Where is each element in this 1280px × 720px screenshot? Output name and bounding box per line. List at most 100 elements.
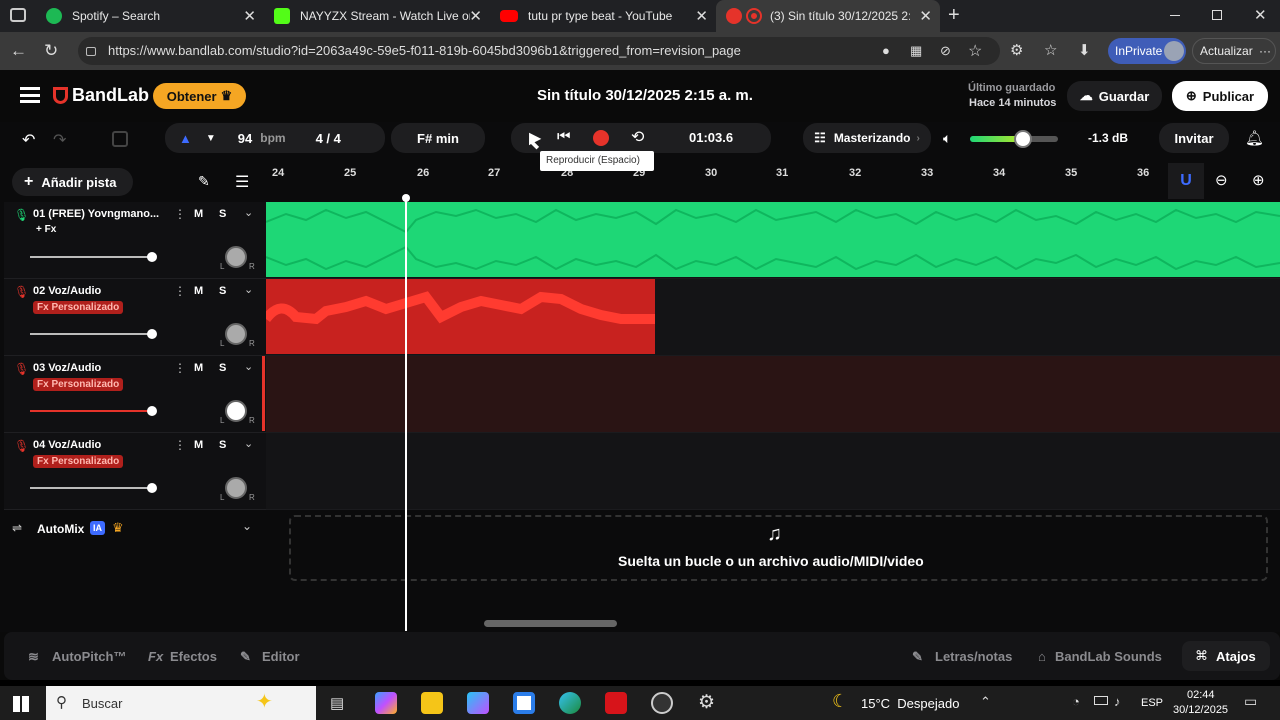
mastering-button[interactable]: ☷ Masterizando ›: [803, 123, 931, 153]
windows-start-icon[interactable]: [13, 696, 29, 712]
m365-icon[interactable]: [467, 692, 489, 714]
speaker-icon[interactable]: 🔈︎: [943, 130, 951, 147]
refresh-icon[interactable]: ↻: [44, 41, 58, 61]
mute-button[interactable]: M: [194, 439, 203, 451]
track-lane-1[interactable]: [266, 202, 1280, 279]
track-lane-4[interactable]: [266, 433, 1280, 510]
playhead[interactable]: [405, 197, 407, 631]
close-window-icon[interactable]: ✕: [1254, 6, 1267, 24]
time-signature[interactable]: 4 / 4: [316, 131, 341, 146]
more-options-icon[interactable]: ⋮: [174, 438, 186, 452]
reader-icon[interactable]: ▦: [910, 43, 922, 59]
playhead-handle[interactable]: [402, 194, 410, 202]
invite-button[interactable]: Invitar: [1159, 123, 1229, 153]
drop-zone[interactable]: ♫ Suelta un bucle o un archivo audio/MID…: [289, 515, 1268, 581]
shortcuts-button[interactable]: ⌘ Atajos: [1182, 641, 1270, 671]
notifications-icon[interactable]: ▭: [1244, 693, 1257, 710]
close-tab-icon[interactable]: ✕: [469, 7, 482, 25]
favorite-star-icon[interactable]: ☆: [968, 41, 982, 61]
metronome-icon[interactable]: ▲: [179, 131, 192, 146]
tray-wifi-icon[interactable]: ◔: [1072, 694, 1080, 709]
settings-gear-icon[interactable]: ⚙: [698, 691, 715, 714]
url-field[interactable]: https://www.bandlab.com/studio?id=2063a4…: [78, 37, 1000, 65]
pencil-tool-icon[interactable]: ✎: [198, 173, 210, 190]
extensions-icon[interactable]: ⚙: [1010, 41, 1023, 59]
horizontal-scrollbar[interactable]: [484, 620, 617, 627]
clock-time[interactable]: 02:44: [1187, 689, 1215, 701]
solo-button[interactable]: S: [219, 208, 226, 220]
track-volume-slider[interactable]: [30, 333, 152, 335]
fx-custom-badge[interactable]: Fx Personalizado: [33, 378, 124, 391]
volume-handle[interactable]: [147, 483, 157, 493]
skip-back-icon[interactable]: ⏮: [557, 128, 571, 145]
minimize-icon[interactable]: [1170, 15, 1180, 16]
add-fx-button[interactable]: + Fx: [36, 224, 56, 235]
bpm-value[interactable]: 94: [238, 131, 252, 146]
save-button[interactable]: ☁ Guardar: [1067, 81, 1162, 111]
tray-volume-icon[interactable]: ♪: [1114, 694, 1121, 709]
more-options-icon[interactable]: ⋮: [174, 284, 186, 298]
close-tab-icon[interactable]: ✕: [695, 7, 708, 25]
editor-button[interactable]: Editor: [262, 649, 300, 664]
collections-icon[interactable]: ☆: [1044, 41, 1057, 59]
window-menu-icon[interactable]: [10, 8, 26, 22]
file-explorer-icon[interactable]: [421, 692, 443, 714]
tray-chevron-icon[interactable]: ⌃: [980, 694, 991, 710]
more-icon[interactable]: ···: [1259, 39, 1271, 63]
publish-button[interactable]: ⊕ Publicar: [1172, 81, 1268, 111]
antivirus-icon[interactable]: [605, 692, 627, 714]
tracking-icon[interactable]: ⊘: [940, 43, 951, 59]
track-header-3[interactable]: 🎙︎ 03 Voz/Audio Fx Personalizado ⋮ M S ⌄…: [4, 356, 266, 433]
sliders-icon[interactable]: ☰: [235, 172, 249, 192]
pan-knob[interactable]: [225, 246, 247, 268]
chevron-down-icon[interactable]: ⌄: [244, 437, 253, 450]
mute-button[interactable]: M: [194, 285, 203, 297]
track-volume-slider[interactable]: [30, 410, 152, 412]
fx-custom-badge[interactable]: Fx Personalizado: [33, 455, 124, 468]
add-track-button[interactable]: + Añadir pista: [12, 168, 133, 196]
close-tab-icon[interactable]: ✕: [919, 7, 932, 25]
volume-handle[interactable]: [147, 252, 157, 262]
lyrics-button[interactable]: Letras/notas: [935, 649, 1012, 664]
fx-custom-badge[interactable]: Fx Personalizado: [33, 301, 124, 314]
track-volume-slider[interactable]: [30, 487, 152, 489]
undo-icon[interactable]: ↶: [22, 130, 35, 150]
edge-icon[interactable]: [559, 692, 581, 714]
redo-icon[interactable]: ↷: [53, 130, 66, 150]
tab-youtube[interactable]: tutu pr type beat - YouTube ✕: [490, 0, 716, 32]
chevron-down-icon[interactable]: ⌄: [244, 206, 253, 219]
track-header-4[interactable]: 🎙︎ 04 Voz/Audio Fx Personalizado ⋮ M S ⌄…: [4, 433, 266, 510]
track-lane-2[interactable]: [266, 279, 1280, 356]
track-header-2[interactable]: 🎙︎ 02 Voz/Audio Fx Personalizado ⋮ M S ⌄…: [4, 279, 266, 356]
more-options-icon[interactable]: ⋮: [174, 361, 186, 375]
track-lane-3[interactable]: [262, 356, 1280, 433]
language-indicator[interactable]: ESP: [1141, 697, 1163, 709]
metronome-box-icon[interactable]: [112, 131, 128, 147]
solo-button[interactable]: S: [219, 439, 226, 451]
track-name[interactable]: 04 Voz/Audio: [33, 439, 168, 451]
project-title[interactable]: Sin título 30/12/2025 2:15 a. m.: [537, 87, 753, 104]
track-name[interactable]: 03 Voz/Audio: [33, 362, 168, 374]
pan-knob[interactable]: [225, 477, 247, 499]
back-icon[interactable]: ←: [10, 41, 27, 61]
inprivate-badge[interactable]: InPrivate: [1108, 38, 1186, 64]
volume-handle[interactable]: [147, 329, 157, 339]
volume-slider-handle[interactable]: [1013, 130, 1032, 148]
task-view-icon[interactable]: ▤: [330, 694, 344, 712]
record-icon[interactable]: [593, 130, 609, 146]
microphone-icon[interactable]: ●: [882, 43, 890, 58]
tab-kick[interactable]: NAYYZX Stream - Watch Live on K ✕: [264, 0, 490, 32]
download-icon[interactable]: ⬇: [1078, 41, 1091, 59]
pan-knob[interactable]: [225, 323, 247, 345]
restore-icon[interactable]: [1212, 10, 1222, 20]
tray-battery-icon[interactable]: [1094, 696, 1108, 705]
volume-handle[interactable]: [147, 406, 157, 416]
audio-clip-voice[interactable]: [266, 279, 655, 354]
obtener-button[interactable]: Obtener ♛: [153, 83, 246, 109]
tab-spotify[interactable]: Spotify – Search ✕: [36, 0, 264, 32]
track-volume-slider[interactable]: [30, 256, 152, 258]
obs-icon[interactable]: [651, 692, 673, 714]
autopitch-button[interactable]: AutoPitch™: [52, 649, 126, 664]
chevron-down-icon[interactable]: ▼: [206, 133, 216, 144]
effects-button[interactable]: Efectos: [170, 649, 217, 664]
